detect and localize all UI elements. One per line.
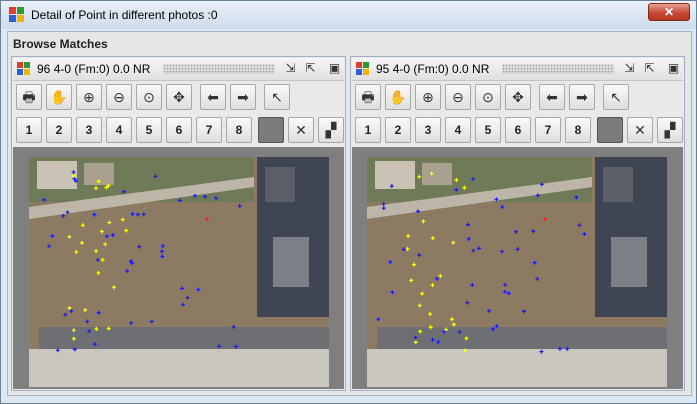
tool-toolbar: 🖶 ✋ ⊕ ⊖ ⊙ ✥ ⬅ ➡ ↖	[352, 82, 683, 112]
photo-roof	[265, 167, 295, 202]
point-number-button-1[interactable]: 1	[16, 117, 42, 143]
close-button[interactable]: ✕	[648, 3, 690, 21]
point-number-button-5[interactable]: 5	[475, 117, 501, 143]
panel-header: 95 4-0 (Fm:0) 0.0 NR ⇲ ⇱ ▣	[352, 58, 683, 81]
color-swatch-icon[interactable]	[597, 117, 623, 143]
next-arrow-icon[interactable]: ➡	[230, 84, 256, 110]
pan-hand-icon[interactable]: ✋	[385, 84, 411, 110]
image-settings-icon[interactable]: ▞	[657, 117, 683, 143]
dialog-window: Detail of Point in different photos :0 ✕…	[0, 0, 697, 404]
maximize-arrow-icon[interactable]: ⇱	[303, 61, 318, 76]
photo-street	[39, 327, 329, 349]
photo-grid-icon	[17, 62, 31, 76]
pan-hand-icon[interactable]: ✋	[46, 84, 72, 110]
pointer-icon[interactable]: ↖	[603, 84, 629, 110]
photo-title: 95 4-0 (Fm:0) 0.0 NR	[376, 62, 489, 76]
drag-grip[interactable]	[502, 64, 614, 74]
photo-grid-icon	[356, 62, 370, 76]
point-number-button-2[interactable]: 2	[385, 117, 411, 143]
point-number-button-2[interactable]: 2	[46, 117, 72, 143]
minimize-arrow-icon[interactable]: ⇲	[283, 61, 298, 76]
zoom-fit-icon[interactable]: ⊙	[475, 84, 501, 110]
photo-title: 96 4-0 (Fm:0) 0.0 NR	[37, 62, 150, 76]
photo-panel-right: 95 4-0 (Fm:0) 0.0 NR ⇲ ⇱ ▣ 🖶 ✋ ⊕ ⊖ ⊙ ✥ ⬅ ➡ ↖ 12345…	[350, 56, 685, 391]
point-number-button-4[interactable]: 4	[106, 117, 132, 143]
photo-roof	[611, 237, 647, 287]
prev-arrow-icon[interactable]: ⬅	[539, 84, 565, 110]
move-icon[interactable]: ✥	[505, 84, 531, 110]
aerial-photo	[29, 157, 329, 387]
print-icon[interactable]: 🖶	[16, 84, 42, 110]
image-settings-icon[interactable]: ▞	[318, 117, 344, 143]
prev-arrow-icon[interactable]: ⬅	[200, 84, 226, 110]
next-arrow-icon[interactable]: ➡	[569, 84, 595, 110]
photo-house	[422, 163, 452, 185]
clear-x-icon[interactable]: ✕	[288, 117, 314, 143]
title-bar[interactable]: Detail of Point in different photos :0 ✕	[1, 1, 696, 29]
maximize-arrow-icon[interactable]: ⇱	[642, 61, 657, 76]
tool-toolbar: 🖶 ✋ ⊕ ⊖ ⊙ ✥ ⬅ ➡ ↖	[13, 82, 344, 112]
point-number-button-5[interactable]: 5	[136, 117, 162, 143]
zoom-fit-icon[interactable]: ⊙	[136, 84, 162, 110]
image-view-icon[interactable]: ▣	[666, 61, 681, 76]
zoom-in-icon[interactable]: ⊕	[415, 84, 441, 110]
window-title: Detail of Point in different photos :0	[31, 8, 218, 22]
photo-roof	[603, 167, 633, 202]
zoom-out-icon[interactable]: ⊖	[106, 84, 132, 110]
browse-matches-group: Browse Matches 96 4-0 (Fm:0) 0.0 NR ⇲ ⇱ ▣ …	[7, 31, 692, 396]
point-toolbar: 1 2 3 4 5 6 7 8 ✕ ▞	[352, 115, 683, 145]
close-icon: ✕	[663, 5, 675, 19]
point-number-button-8[interactable]: 8	[226, 117, 252, 143]
point-number-button-8[interactable]: 8	[565, 117, 591, 143]
photo-label: 4-0 (Fm:0) 0.0 NR	[53, 62, 151, 76]
photo-viewer[interactable]	[352, 147, 683, 389]
photo-roof	[273, 237, 309, 287]
point-number-button-3[interactable]: 3	[415, 117, 441, 143]
photo-id: 96	[37, 62, 51, 76]
photo-label: 4-0 (Fm:0) 0.0 NR	[392, 62, 490, 76]
color-swatch-icon[interactable]	[258, 117, 284, 143]
point-number-button-3[interactable]: 3	[76, 117, 102, 143]
point-toolbar: 1 2 3 4 5 6 7 8 ✕ ▞	[13, 115, 344, 145]
panel-header: 96 4-0 (Fm:0) 0.0 NR ⇲ ⇱ ▣	[13, 58, 344, 81]
point-number-button-7[interactable]: 7	[196, 117, 222, 143]
photo-house	[37, 161, 77, 189]
photo-house	[375, 161, 415, 189]
aerial-photo	[367, 157, 667, 387]
move-icon[interactable]: ✥	[166, 84, 192, 110]
pointer-icon[interactable]: ↖	[264, 84, 290, 110]
point-number-button-6[interactable]: 6	[166, 117, 192, 143]
photo-id: 95	[376, 62, 390, 76]
photo-viewer[interactable]	[13, 147, 344, 389]
image-view-icon[interactable]: ▣	[327, 61, 342, 76]
zoom-in-icon[interactable]: ⊕	[76, 84, 102, 110]
point-number-button-7[interactable]: 7	[535, 117, 561, 143]
print-icon[interactable]: 🖶	[355, 84, 381, 110]
clear-x-icon[interactable]: ✕	[627, 117, 653, 143]
point-number-button-1[interactable]: 1	[355, 117, 381, 143]
minimize-arrow-icon[interactable]: ⇲	[622, 61, 637, 76]
point-number-button-4[interactable]: 4	[445, 117, 471, 143]
photo-sidewalk	[367, 349, 667, 387]
photo-sidewalk	[29, 349, 329, 387]
group-label: Browse Matches	[13, 37, 108, 51]
point-number-button-6[interactable]: 6	[505, 117, 531, 143]
photo-panel-left: 96 4-0 (Fm:0) 0.0 NR ⇲ ⇱ ▣ 🖶 ✋ ⊕ ⊖ ⊙ ✥ ⬅ ➡ ↖ 12345…	[11, 56, 346, 391]
app-grid-icon	[9, 7, 25, 23]
drag-grip[interactable]	[163, 64, 275, 74]
zoom-out-icon[interactable]: ⊖	[445, 84, 471, 110]
